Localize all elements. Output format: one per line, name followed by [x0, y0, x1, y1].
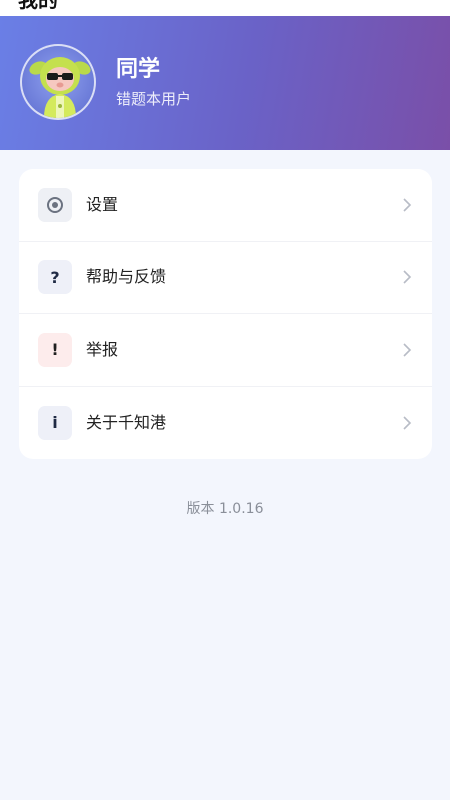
menu-item-label: 设置 [86, 194, 119, 214]
chevron-right-icon [403, 270, 412, 284]
menu-item-about[interactable]: i 关于千知港 [19, 387, 432, 460]
mascot-avatar-icon [29, 57, 91, 118]
question-icon: ? [38, 260, 72, 295]
avatar[interactable] [20, 44, 96, 120]
menu-item-settings[interactable]: 设置 [19, 169, 432, 242]
menu-item-label: 帮助与反馈 [86, 267, 167, 287]
user-subtitle: 错题本用户 [116, 90, 192, 108]
chevron-right-icon [403, 343, 412, 357]
profile-header: 同学 错题本用户 [0, 16, 450, 150]
app-version: 版本 1.0.16 [186, 501, 264, 517]
settings-icon [38, 187, 72, 222]
user-name: 同学 [116, 57, 161, 82]
chevron-right-icon [403, 416, 412, 430]
nav-title: 我的 [18, 0, 58, 12]
exclamation-icon: ! [38, 332, 72, 367]
menu-item-help-feedback[interactable]: ? 帮助与反馈 [19, 242, 432, 314]
info-icon: i [38, 405, 72, 440]
menu-card: 设置 ? 帮助与反馈 ! 举报 i 关于千知港 [19, 169, 432, 459]
menu-item-report[interactable]: ! 举报 [19, 314, 432, 387]
chevron-right-icon [403, 198, 412, 212]
menu-item-label: 关于千知港 [86, 412, 167, 432]
top-bar: 我的 [0, 0, 450, 16]
menu-item-label: 举报 [86, 339, 119, 359]
